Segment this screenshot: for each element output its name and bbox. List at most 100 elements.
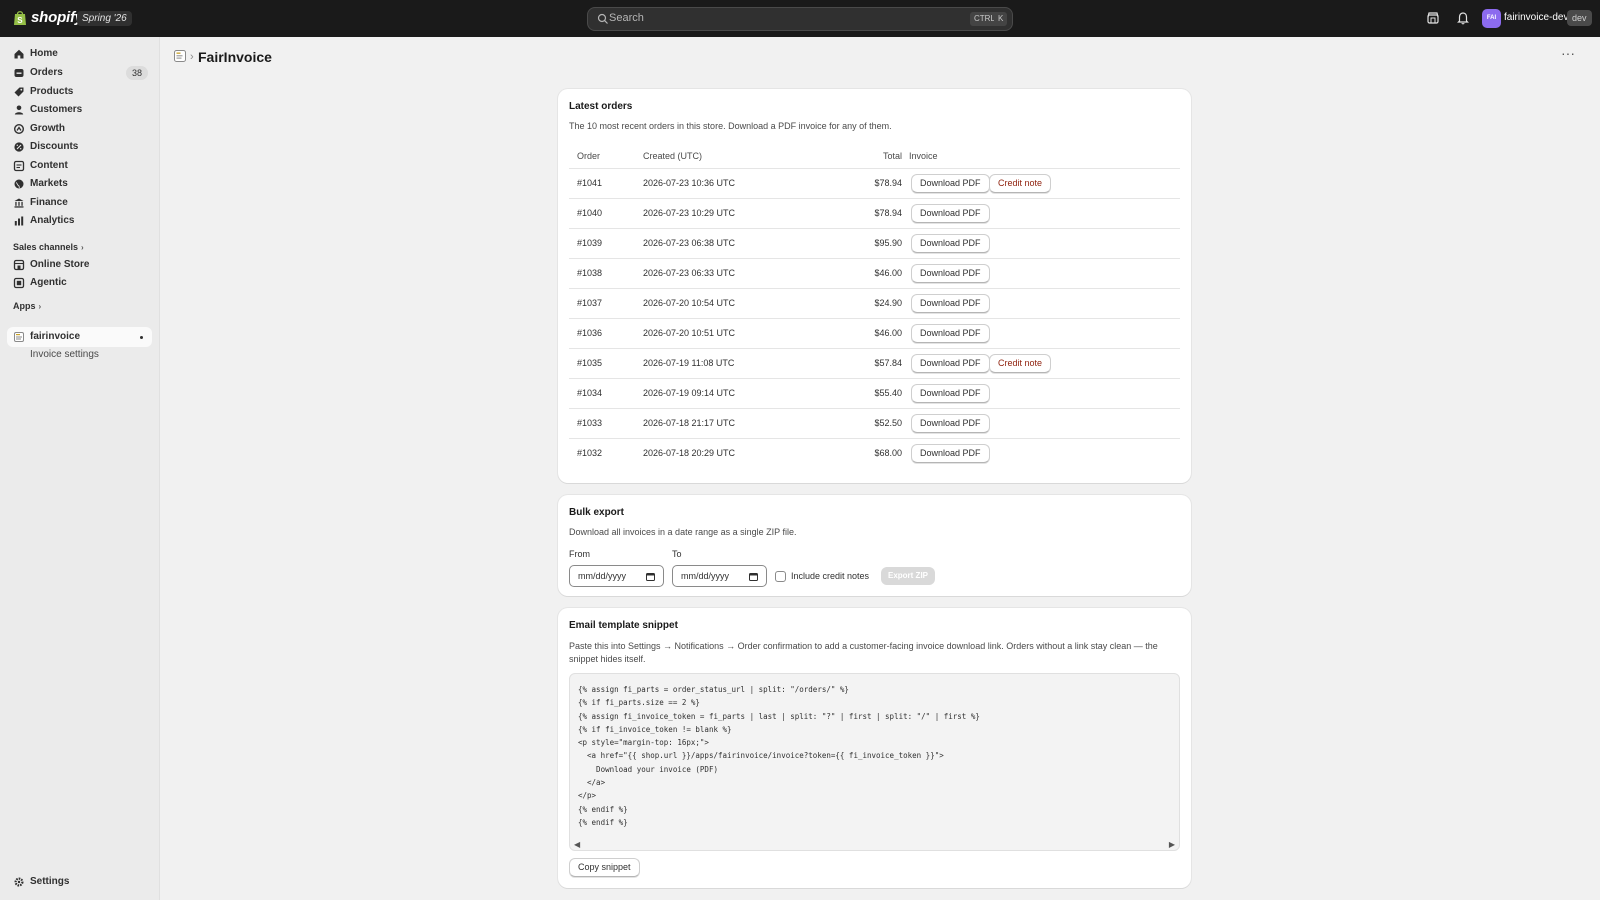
- download-pdf-button[interactable]: Download PDF: [911, 324, 990, 343]
- table-row: #1036 2026-07-20 10:51 UTC $46.00 Download …: [569, 318, 1180, 348]
- sidebar-item-label: Content: [30, 160, 68, 171]
- scroll-left-arrow-icon[interactable]: ◀: [574, 840, 580, 849]
- to-label: To: [672, 549, 682, 559]
- order-number: #1035: [577, 358, 603, 368]
- order-number: #1041: [577, 178, 603, 188]
- email-snippet-card: Email template snippet Paste this into S…: [558, 608, 1191, 888]
- shopify-logo[interactable]: S shopify: [13, 9, 83, 26]
- avatar[interactable]: FAI: [1482, 9, 1501, 28]
- sidebar-item-label: Discounts: [30, 141, 79, 152]
- sidebar: Home Orders 38 Products Customers Growth…: [0, 37, 160, 900]
- table-row: #1039 2026-07-23 06:38 UTC $95.90 Download …: [569, 228, 1180, 258]
- sidebar-item-label: Analytics: [30, 215, 75, 226]
- sidebar-item-customers[interactable]: Customers: [7, 100, 152, 120]
- table-row: #1032 2026-07-18 20:29 UTC $68.00 Download …: [569, 438, 1180, 468]
- scroll-right-arrow-icon[interactable]: ▶: [1169, 840, 1175, 849]
- to-date-value: mm/dd/yyyy: [681, 571, 730, 581]
- include-credit-notes-label[interactable]: Include credit notes: [791, 571, 869, 581]
- sidebar-item-label: Finance: [30, 197, 68, 208]
- breadcrumb-chevron-icon: ›: [190, 51, 194, 63]
- order-total: $46.00: [874, 328, 902, 338]
- download-pdf-button[interactable]: Download PDF: [911, 174, 990, 193]
- order-number: #1034: [577, 388, 603, 398]
- sidebar-item-online-store[interactable]: Online Store: [7, 255, 152, 275]
- to-date-input[interactable]: mm/dd/yyyy: [672, 565, 767, 587]
- store-status-icon[interactable]: [1426, 11, 1440, 25]
- sidebar-item-orders[interactable]: Orders 38: [7, 63, 152, 83]
- credit-note-button[interactable]: Credit note: [989, 174, 1052, 193]
- search-input[interactable]: Search CTRL K: [587, 7, 1013, 31]
- download-pdf-button[interactable]: Download PDF: [911, 234, 990, 253]
- apps-heading[interactable]: Apps ›: [13, 301, 41, 311]
- agentic-icon: [13, 277, 25, 289]
- sidebar-item-agentic[interactable]: Agentic: [7, 273, 152, 293]
- calendar-icon[interactable]: [749, 572, 758, 581]
- orders-count-badge: 38: [125, 66, 148, 80]
- include-credit-notes-checkbox[interactable]: [775, 571, 786, 582]
- sidebar-item-label: Home: [30, 48, 58, 59]
- sidebar-item-analytics[interactable]: Analytics: [7, 211, 152, 231]
- page-title: FairInvoice: [198, 49, 272, 65]
- sidebar-item-growth[interactable]: Growth: [7, 119, 152, 139]
- order-total: $95.90: [874, 238, 902, 248]
- sidebar-subitem-invoice-settings[interactable]: Invoice settings: [30, 349, 99, 360]
- order-created: 2026-07-20 10:54 UTC: [643, 298, 736, 308]
- card-title: Bulk export: [569, 507, 625, 518]
- bell-icon[interactable]: [1456, 11, 1470, 25]
- order-total: $24.90: [874, 298, 902, 308]
- calendar-icon[interactable]: [646, 572, 655, 581]
- from-date-input[interactable]: mm/dd/yyyy: [569, 565, 664, 587]
- order-total: $78.94: [874, 178, 902, 188]
- table-row: #1034 2026-07-19 09:14 UTC $55.40 Download …: [569, 378, 1180, 408]
- sales-channels-heading[interactable]: Sales channels ›: [13, 242, 84, 252]
- sidebar-item-home[interactable]: Home: [7, 44, 152, 64]
- download-pdf-button[interactable]: Download PDF: [911, 294, 990, 313]
- store-name[interactable]: fairinvoice-dev: [1504, 12, 1568, 23]
- code-snippet[interactable]: {% assign fi_parts = order_status_url | …: [578, 683, 980, 829]
- shopify-bag-icon: S: [14, 11, 26, 25]
- sidebar-item-fairinvoice[interactable]: fairinvoice: [7, 327, 152, 347]
- from-date-value: mm/dd/yyyy: [578, 571, 627, 581]
- order-created: 2026-07-19 09:14 UTC: [643, 388, 736, 398]
- bulk-export-card: Bulk export Download all invoices in a d…: [558, 495, 1191, 596]
- download-pdf-button[interactable]: Download PDF: [911, 414, 990, 433]
- order-created: 2026-07-20 10:51 UTC: [643, 328, 736, 338]
- edition-badge[interactable]: Spring '26: [77, 11, 132, 26]
- app-breadcrumb-icon[interactable]: [174, 50, 186, 62]
- order-created: 2026-07-18 20:29 UTC: [643, 448, 736, 458]
- gear-icon: [14, 877, 24, 887]
- env-badge: dev: [1567, 10, 1592, 26]
- discount-icon: [14, 142, 24, 152]
- apps-label: Apps: [13, 301, 36, 311]
- download-pdf-button[interactable]: Download PDF: [911, 444, 990, 463]
- order-created: 2026-07-23 06:33 UTC: [643, 268, 736, 278]
- orders-icon: [14, 69, 24, 77]
- order-total: $46.00: [874, 268, 902, 278]
- shortcut-k-key: K: [994, 12, 1008, 26]
- export-zip-button[interactable]: Export ZIP: [881, 567, 936, 585]
- sidebar-item-finance[interactable]: Finance: [7, 193, 152, 213]
- download-pdf-button[interactable]: Download PDF: [911, 204, 990, 223]
- order-created: 2026-07-19 11:08 UTC: [643, 358, 735, 368]
- copy-snippet-button[interactable]: Copy snippet: [569, 858, 640, 877]
- sidebar-item-markets[interactable]: Markets: [7, 174, 152, 194]
- credit-note-button[interactable]: Credit note: [989, 354, 1052, 373]
- more-actions-icon[interactable]: ···: [1560, 46, 1576, 64]
- sidebar-item-label: Growth: [30, 123, 65, 134]
- card-title: Latest orders: [569, 101, 633, 112]
- sidebar-item-discounts[interactable]: Discounts: [7, 137, 152, 157]
- sidebar-item-content[interactable]: Content: [7, 156, 152, 176]
- order-created: 2026-07-23 10:29 UTC: [643, 208, 736, 218]
- table-row: #1038 2026-07-23 06:33 UTC $46.00 Download …: [569, 258, 1180, 288]
- order-number: #1040: [577, 208, 603, 218]
- globe-icon: [14, 179, 24, 189]
- download-pdf-button[interactable]: Download PDF: [911, 354, 990, 373]
- download-pdf-button[interactable]: Download PDF: [911, 264, 990, 283]
- tag-icon: [14, 87, 24, 97]
- sidebar-item-products[interactable]: Products: [7, 82, 152, 102]
- pin-dot-icon[interactable]: [140, 336, 143, 339]
- code-snippet-box[interactable]: {% assign fi_parts = order_status_url | …: [569, 673, 1180, 851]
- download-pdf-button[interactable]: Download PDF: [911, 384, 990, 403]
- sidebar-item-settings[interactable]: Settings: [7, 872, 152, 892]
- search-icon: [597, 13, 608, 24]
